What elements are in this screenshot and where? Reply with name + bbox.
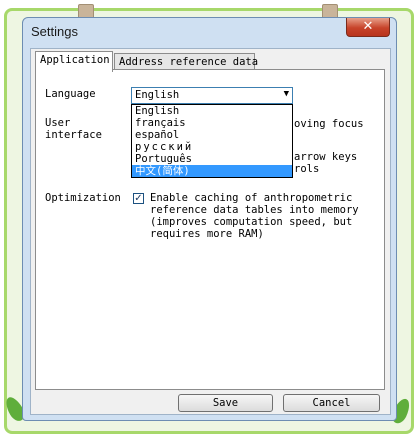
optimization-label: Optimization (45, 192, 121, 204)
ui-option-text-fragment: arrow keys (294, 151, 358, 163)
language-option-chinese-simplified[interactable]: 中文(简体) (132, 165, 292, 177)
language-select[interactable]: English ▼ (131, 87, 293, 104)
cache-reference-data-checkbox[interactable]: ✓ (133, 193, 144, 204)
language-option-english[interactable]: English (132, 105, 292, 117)
settings-window: Settings ✕ Application Address reference… (22, 17, 397, 421)
chevron-down-icon[interactable]: ▼ (284, 89, 289, 99)
tab-address-reference-data[interactable]: Address reference data (114, 53, 258, 70)
language-option-russian[interactable]: русский (132, 141, 292, 153)
tab-page-application: Language English ▼ English français espa… (35, 69, 385, 390)
cache-option-text: Enable caching of anthropometric (150, 192, 353, 204)
close-icon: ✕ (362, 19, 374, 34)
close-button[interactable]: ✕ (346, 18, 390, 37)
user-interface-label-line1: User (45, 117, 71, 129)
language-option-espanol[interactable]: español (132, 129, 292, 141)
cache-option-text: (improves computation speed, but (150, 216, 353, 228)
language-dropdown-list: English français español русский Portugu… (131, 104, 293, 178)
title-bar[interactable]: Settings ✕ (23, 18, 396, 48)
dialog-client-area: Application Address reference data Langu… (30, 48, 391, 415)
cache-option-text: reference data tables into memory (150, 204, 359, 216)
user-interface-label-line2: interface (45, 129, 102, 141)
tab-application[interactable]: Application (35, 51, 113, 72)
cache-option-text: requires more RAM) (150, 228, 264, 240)
language-label: Language (45, 88, 96, 100)
ui-option-text-fragment: rols (294, 163, 320, 175)
save-button[interactable]: Save (178, 394, 273, 412)
cancel-button[interactable]: Cancel (283, 394, 380, 412)
checkmark-icon: ✓ (134, 193, 143, 204)
language-selected-value: English (135, 89, 180, 101)
language-option-portugues[interactable]: Português (132, 153, 292, 165)
window-title: Settings (31, 24, 78, 39)
language-option-francais[interactable]: français (132, 117, 292, 129)
ui-option-text-fragment: oving focus (294, 118, 364, 130)
